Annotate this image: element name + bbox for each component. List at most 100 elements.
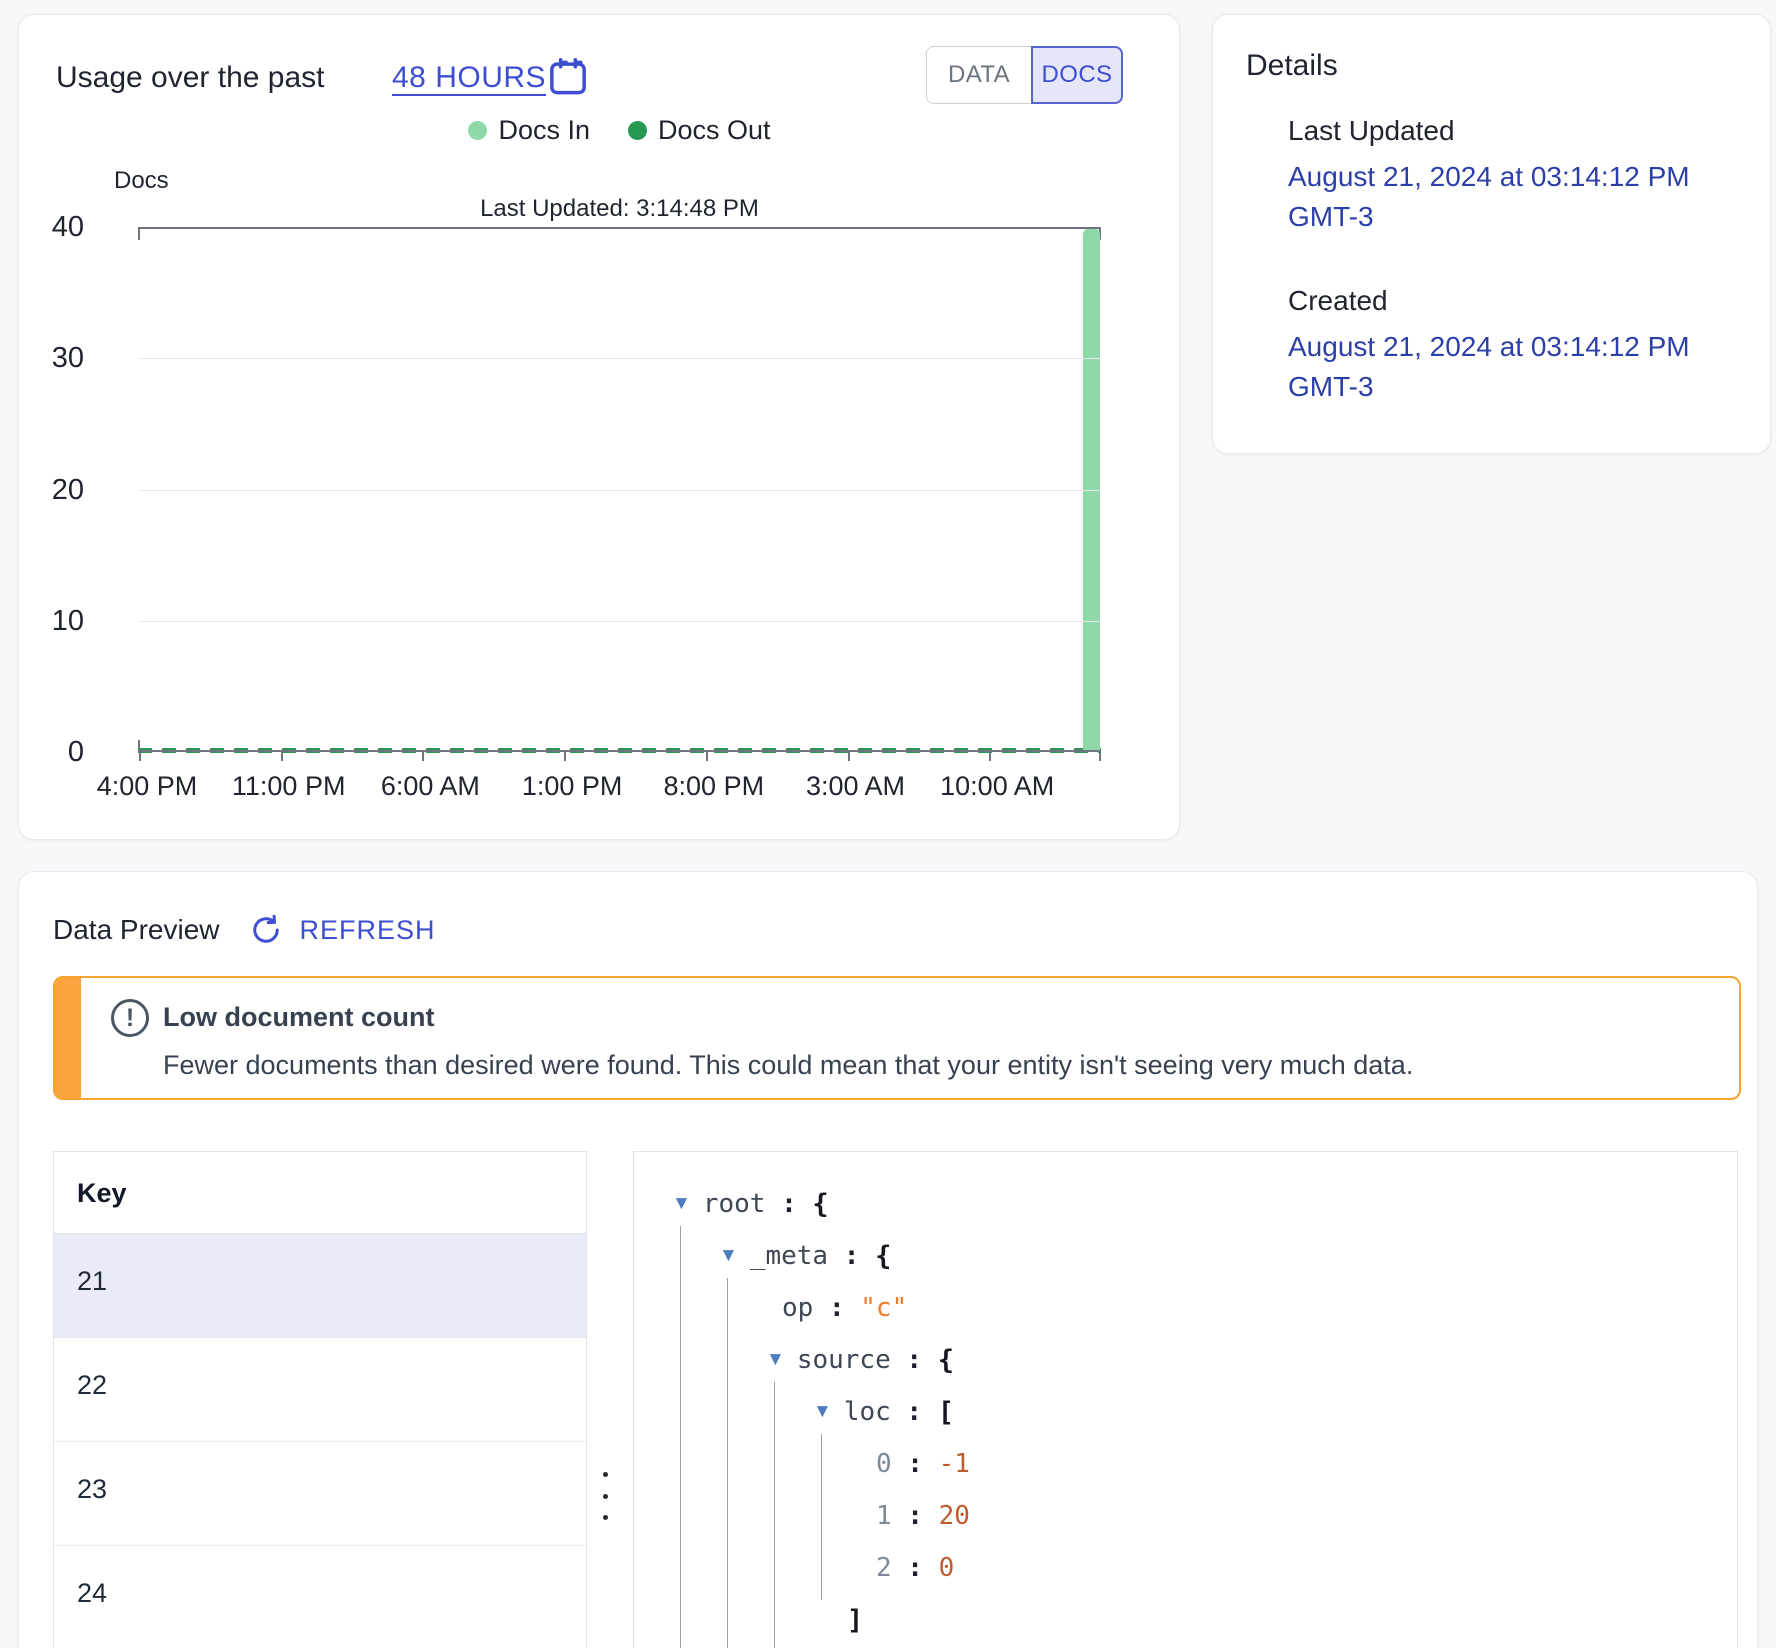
tree-key: loc [844,1397,891,1427]
legend-dot [628,121,647,140]
page: Usage over the past 48 HOURS DATA DOCS D… [0,0,1776,1648]
table-row[interactable]: 23 [54,1442,586,1546]
x-axis-label: 4:00 PM [67,771,227,802]
refresh-button[interactable]: REFRESH [248,912,436,948]
table-row[interactable]: 22 [54,1338,586,1442]
tree-open-bracket: { [938,1345,954,1376]
json-tree-row: 0 : -1 [876,1438,970,1490]
details-item-value: August 21, 2024 at 03:14:12 PM GMT-3 [1288,157,1728,237]
tree-expander-icon[interactable]: ▼ [766,1349,785,1371]
tree-colon: : [813,1293,860,1323]
tree-value: -1 [939,1449,970,1479]
x-axis-label: 8:00 PM [634,771,794,802]
tree-open-bracket: { [875,1241,891,1272]
json-tree-row: ▼ source : { [766,1334,954,1386]
x-axis-label: 6:00 AM [350,771,510,802]
x-axis-tick [989,752,991,761]
table-row[interactable]: 24 [54,1546,586,1648]
tree-colon: : [765,1189,812,1219]
panel-resize-handle[interactable] [597,1472,613,1520]
json-tree-row: ] [847,1594,863,1646]
x-axis-label: 10:00 AM [917,771,1077,802]
tree-guide-line [774,1382,775,1648]
details-item: Created August 21, 2024 at 03:14:12 PM GM… [1288,285,1728,407]
json-tree-row: ▼root : { [672,1178,829,1230]
json-tree-panel: ▼root : {▼_meta : {op : "c"▼source : {▼l… [634,1151,1738,1648]
tree-colon: : [892,1553,939,1583]
chart-axis-title: Docs [114,167,169,195]
legend-dot [468,121,487,140]
x-axis-tick [848,752,850,761]
x-axis-label: 3:00 AM [776,771,936,802]
legend-label: Docs Out [658,115,771,146]
x-axis-label: 11:00 PM [209,771,369,802]
y-axis-label: 10 [24,605,84,638]
docs-in-bar [1083,227,1100,750]
warning-icon: ! [111,999,149,1037]
y-axis-label: 20 [24,474,84,507]
gridline-10 [138,621,1101,622]
y-axis-label: 40 [24,211,84,244]
toggle-data-button[interactable]: DATA [926,46,1031,104]
warning-accent-bar [55,978,81,1098]
usage-title: Usage over the past [56,61,325,95]
preview-title: Data Preview [53,914,220,946]
details-item-value: August 21, 2024 at 03:14:12 PM GMT-3 [1288,327,1728,407]
x-axis-tick [139,752,141,761]
tree-colon: : [892,1501,939,1531]
key-column-header: Key [54,1152,586,1234]
warning-title: Low document count [163,1002,434,1033]
range-link[interactable]: 48 HOURS [392,61,546,95]
tree-value: "c" [860,1293,907,1323]
key-table: Key 21222324 [53,1151,587,1648]
json-tree-row: ▼ _meta : { [719,1230,891,1282]
preview-header: Data Preview REFRESH [53,912,436,948]
legend-item[interactable]: Docs In [468,115,590,146]
tree-expander-icon[interactable]: ▼ [672,1193,691,1215]
toggle-docs-button[interactable]: DOCS [1031,46,1123,104]
gridline-40 [138,227,1101,229]
axis-end-tick [1099,752,1101,761]
tree-key: source [797,1345,891,1375]
plot-area: 0102030404:00 PM11:00 PM6:00 AM1:00 PM8:… [138,227,1101,752]
chart-subtitle: Last Updated: 3:14:48 PM [138,195,1101,223]
gridline-30 [138,358,1101,359]
key-rows: 21222324 [54,1234,586,1648]
y-axis-label: 30 [24,342,84,375]
tree-key: 2 [876,1553,892,1583]
tree-key: op [782,1293,813,1323]
tree-expander-icon[interactable]: ▼ [719,1245,738,1267]
tree-key: 1 [876,1501,892,1531]
tree-key: _meta [750,1241,828,1271]
refresh-label: REFRESH [300,915,436,946]
tree-guide-line [680,1226,681,1648]
y-axis-label: 0 [24,736,84,769]
json-tree-row: 1 : 20 [876,1490,970,1542]
details-item: Last UpdatedAugust 21, 2024 at 03:14:12 … [1288,115,1728,237]
details-items: Last UpdatedAugust 21, 2024 at 03:14:12 … [1288,115,1728,455]
x-axis-tick [706,752,708,761]
tree-close-bracket: ] [847,1605,863,1636]
legend-item[interactable]: Docs Out [628,115,771,146]
details-item-label: Created [1288,285,1728,317]
json-tree-row: op : "c" [782,1282,907,1334]
tree-key: 0 [876,1449,892,1479]
tree-colon: : [891,1397,938,1427]
tree-open-bracket: { [812,1189,828,1220]
calendar-icon[interactable] [546,55,590,104]
tree-colon: : [828,1241,875,1271]
refresh-icon [248,912,284,948]
details-card: Details Last UpdatedAugust 21, 2024 at 0… [1212,14,1771,454]
gridline-20 [138,490,1101,491]
tree-colon: : [891,1345,938,1375]
warning-body: Fewer documents than desired were found.… [163,1050,1413,1081]
tree-value: 20 [939,1501,970,1531]
tree-expander-icon[interactable]: ▼ [813,1401,832,1423]
details-title: Details [1246,49,1338,83]
tree-colon: : [892,1449,939,1479]
tree-guide-line [821,1434,822,1600]
warning-banner: ! Low document count Fewer documents tha… [53,976,1741,1100]
table-row[interactable]: 21 [54,1234,586,1338]
json-tree-row: 2 : 0 [876,1542,954,1594]
tree-guide-line [727,1278,728,1648]
